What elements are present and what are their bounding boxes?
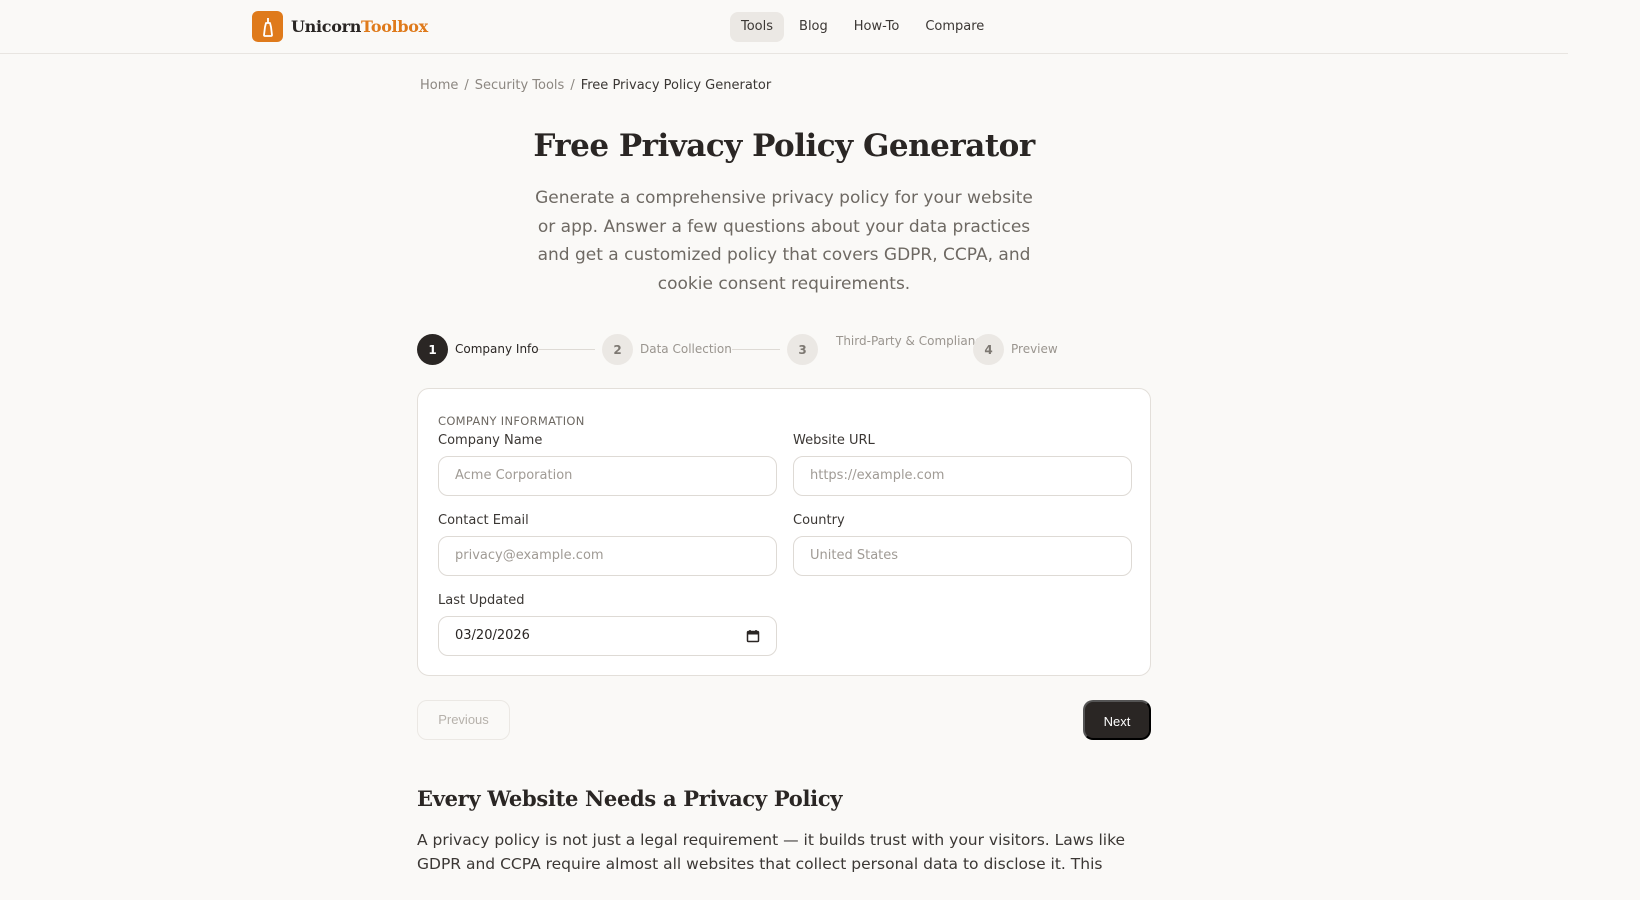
breadcrumb-separator: / bbox=[570, 78, 575, 93]
next-button[interactable]: Next bbox=[1083, 700, 1151, 740]
country-label: Country bbox=[793, 513, 845, 528]
step-3-number: 3 bbox=[787, 334, 818, 365]
brand-logo[interactable]: UnicornToolbox bbox=[252, 11, 428, 42]
brand-name-part2: Toolbox bbox=[361, 17, 428, 36]
calendar-icon[interactable] bbox=[746, 629, 760, 643]
step-2-number: 2 bbox=[602, 334, 633, 365]
website-url-label: Website URL bbox=[793, 433, 875, 448]
last-updated-label: Last Updated bbox=[438, 593, 525, 608]
contact-email-label: Contact Email bbox=[438, 513, 529, 528]
main-nav: Tools Blog How-To Compare bbox=[730, 12, 999, 42]
top-navigation-bar: UnicornToolbox Tools Blog How-To Compare bbox=[0, 0, 1568, 54]
nav-blog[interactable]: Blog bbox=[788, 12, 839, 42]
step-connector bbox=[732, 349, 780, 350]
country-input[interactable]: United States bbox=[793, 536, 1132, 576]
breadcrumb: Home / Security Tools / Free Privacy Pol… bbox=[420, 78, 771, 93]
breadcrumb-current: Free Privacy Policy Generator bbox=[580, 78, 772, 93]
step-2-label: Data Collection bbox=[640, 342, 732, 356]
breadcrumb-home[interactable]: Home bbox=[420, 78, 458, 93]
step-3-label: Third-Party & Compliance bbox=[836, 334, 990, 348]
progress-stepper: 1 Company Info 2 Data Collection 3 Third… bbox=[417, 333, 1151, 367]
nav-compare[interactable]: Compare bbox=[914, 12, 995, 42]
nav-how-to[interactable]: How-To bbox=[843, 12, 911, 42]
step-1-label: Company Info bbox=[455, 342, 539, 356]
contact-email-input[interactable]: privacy@example.com bbox=[438, 536, 777, 576]
page-subtitle: Generate a comprehensive privacy policy … bbox=[535, 188, 1033, 294]
nav-tools[interactable]: Tools bbox=[730, 12, 785, 42]
brand-name: UnicornToolbox bbox=[291, 17, 428, 36]
previous-button[interactable]: Previous bbox=[417, 700, 510, 740]
step-1-number: 1 bbox=[417, 334, 448, 365]
section-label: COMPANY INFORMATION bbox=[438, 414, 585, 428]
step-connector bbox=[538, 349, 595, 350]
brand-name-part1: Unicorn bbox=[291, 17, 362, 36]
website-url-input[interactable]: https://example.com bbox=[793, 456, 1132, 496]
breadcrumb-security-tools[interactable]: Security Tools bbox=[475, 78, 565, 93]
content-body: A privacy policy is not just a legal req… bbox=[417, 831, 1126, 873]
content-heading: Every Website Needs a Privacy Policy bbox=[417, 786, 843, 811]
last-updated-date-input[interactable]: 03/20/2026 bbox=[438, 616, 777, 656]
last-updated-value: 03/20/2026 bbox=[455, 628, 530, 643]
page-title: Free Privacy Policy Generator bbox=[533, 128, 1035, 164]
company-name-label: Company Name bbox=[438, 433, 543, 448]
bottle-icon bbox=[252, 11, 283, 42]
breadcrumb-separator: / bbox=[464, 78, 469, 93]
company-name-input[interactable]: Acme Corporation bbox=[438, 456, 777, 496]
step-4-number: 4 bbox=[973, 334, 1004, 365]
company-info-form: COMPANY INFORMATION Company Name Acme Co… bbox=[417, 388, 1151, 676]
step-4-label: Preview bbox=[1011, 342, 1058, 356]
